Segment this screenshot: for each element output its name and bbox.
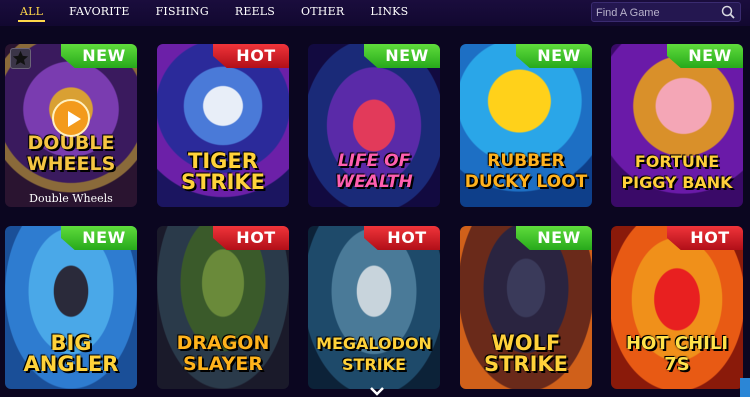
game-logo: HOT CHILI 7S [625, 333, 729, 375]
game-card-megalodon-strike[interactable]: MEGALODON STRIKE HOT [308, 226, 440, 389]
new-badge: NEW [364, 44, 440, 68]
new-badge: NEW [61, 44, 137, 68]
corner-widget-icon[interactable] [740, 378, 750, 397]
game-logo: BIG ANGLER [23, 331, 119, 376]
game-logo: WOLF STRIKE [483, 331, 569, 376]
top-nav-bar: ALL FAVORITE FISHING REELS OTHER LINKS [0, 0, 750, 26]
game-card-wolf-strike[interactable]: WOLF STRIKE NEW [460, 226, 592, 389]
new-badge: NEW [516, 44, 592, 68]
new-badge: NEW [61, 226, 137, 250]
game-logo: LIFE OF WEALTH [335, 151, 413, 192]
game-card-double-wheels[interactable]: DOUBLE WHEELS NEW Double Wheels [5, 44, 137, 207]
tab-all[interactable]: ALL [18, 5, 46, 22]
game-logo: FORTUNE PIGGY BANK [621, 152, 733, 192]
hot-badge: HOT [213, 226, 289, 250]
game-card-rubber-ducky-loot[interactable]: RUBBER DUCKY LOOT NEW [460, 44, 592, 207]
game-logo: DOUBLE WHEELS [26, 132, 116, 175]
game-card-dragon-slayer[interactable]: DRAGON SLAYER HOT [157, 226, 289, 389]
game-logo: DRAGON SLAYER [176, 332, 270, 375]
hot-badge: HOT [364, 226, 440, 250]
tab-favorite[interactable]: FAVORITE [67, 5, 131, 21]
game-card-big-angler[interactable]: BIG ANGLER NEW [5, 226, 137, 389]
game-logo: TIGER STRIKE [180, 149, 266, 194]
favorite-button[interactable] [10, 48, 31, 69]
game-logo: RUBBER DUCKY LOOT [464, 151, 588, 192]
game-logo: MEGALODON STRIKE [316, 334, 432, 374]
tab-reels[interactable]: REELS [233, 5, 277, 21]
category-tabs: ALL FAVORITE FISHING REELS OTHER LINKS [18, 5, 432, 22]
chevron-down-icon[interactable] [370, 386, 384, 396]
game-card-tiger-strike[interactable]: TIGER STRIKE HOT [157, 44, 289, 207]
game-card-hot-chili-7s[interactable]: HOT CHILI 7S HOT [611, 226, 743, 389]
tab-other[interactable]: OTHER [299, 5, 346, 21]
hot-badge: HOT [213, 44, 289, 68]
tab-links[interactable]: LINKS [368, 5, 410, 21]
tab-fishing[interactable]: FISHING [154, 5, 211, 21]
play-icon[interactable] [52, 99, 90, 137]
new-badge: NEW [516, 226, 592, 250]
search-icon[interactable] [721, 5, 735, 19]
game-card-fortune-piggy-bank[interactable]: FORTUNE PIGGY BANK NEW [611, 44, 743, 207]
new-badge: NEW [667, 44, 743, 68]
search-input[interactable] [596, 5, 716, 20]
game-card-life-of-wealth[interactable]: LIFE OF WEALTH NEW [308, 44, 440, 207]
star-icon [12, 50, 29, 66]
hot-badge: HOT [667, 226, 743, 250]
game-title-caption: Double Wheels [29, 192, 113, 205]
search-box [591, 2, 741, 22]
